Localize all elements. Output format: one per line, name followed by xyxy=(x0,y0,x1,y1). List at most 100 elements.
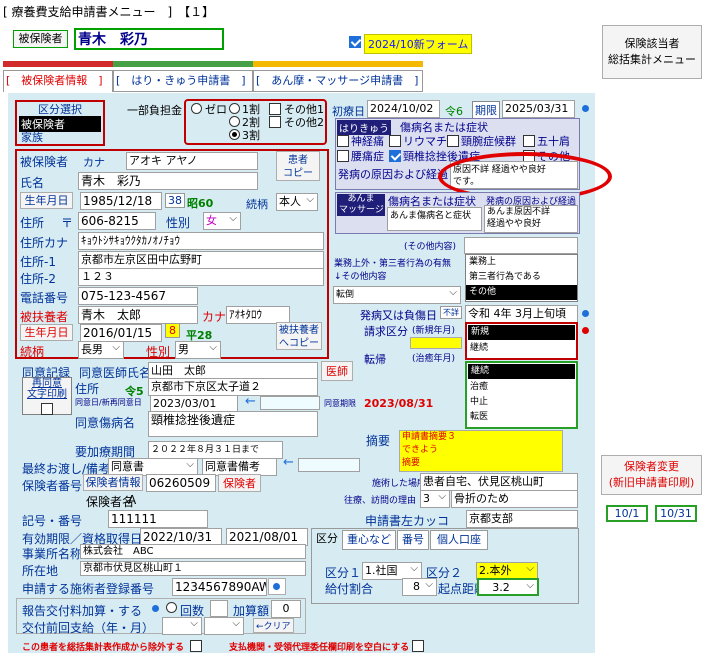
last-arrow[interactable]: ← xyxy=(283,455,294,470)
new-form-checkbox[interactable] xyxy=(349,36,361,48)
report-year-select[interactable] xyxy=(162,617,202,635)
doctor-button[interactable]: 医師 xyxy=(321,361,353,381)
hari-d3-checkbox[interactable] xyxy=(447,135,459,147)
hari-d5-checkbox[interactable] xyxy=(337,150,349,162)
first-visit-date[interactable]: 2024/10/02 xyxy=(367,100,440,118)
period-label[interactable]: 期限 xyxy=(472,101,500,119)
change-insurer-button[interactable]: 保険者変更 (新旧申請書印刷) xyxy=(601,455,702,495)
sanmono-item3[interactable]: その他 xyxy=(466,285,577,300)
hari-d2-checkbox[interactable] xyxy=(389,135,401,147)
insurer-summary-menu-button[interactable]: 保険該当者 総括集計メニュー xyxy=(602,25,702,79)
insured-sex-select[interactable]: 女 xyxy=(203,212,241,230)
insurer-info-button[interactable]: 保険者情報 xyxy=(83,474,143,491)
patient-birth-input[interactable]: 2016/01/15 xyxy=(80,324,162,342)
consent-addr-input[interactable]: 京都市下京区太子道２ xyxy=(148,378,318,396)
consent-disease-input[interactable]: 頸椎捻挫後遺症 xyxy=(148,411,318,437)
print-checkbox[interactable] xyxy=(412,640,424,652)
report-label: 報告交付料加算・する xyxy=(22,604,143,618)
claim-cont[interactable]: 継続 xyxy=(467,341,576,356)
other-content-input[interactable] xyxy=(464,237,578,254)
tenki-list[interactable]: 継続 治癒 中止 転医 xyxy=(465,361,578,429)
patient-copy-to-dependent-button[interactable]: 被扶養者 へコピー xyxy=(276,322,322,350)
hari-d1-checkbox[interactable] xyxy=(337,135,349,147)
change-date2[interactable]: 10/31 xyxy=(655,505,697,522)
tab-anma-massage[interactable]: [ あん摩・マッサージ申請書 ] xyxy=(253,70,423,92)
left-paren-input[interactable]: 京都支部 xyxy=(466,510,578,528)
tenki-item3[interactable]: 中止 xyxy=(467,395,576,410)
change-date1[interactable]: 10/1 xyxy=(606,505,648,522)
addr2-input[interactable]: １２３ xyxy=(78,268,324,286)
onset-input[interactable]: 令和 4年 3月上旬頃 xyxy=(465,305,578,323)
kubun-tab-3[interactable]: 個人口座 xyxy=(430,530,488,550)
insurer-number-input[interactable]: 06260509 xyxy=(146,474,216,492)
tenki-item4[interactable]: 転医 xyxy=(467,410,576,425)
visit-reason-input[interactable]: 骨折のため xyxy=(451,490,578,508)
insured-name-input[interactable]: 青木 彩乃 xyxy=(78,172,258,190)
addr-kana-input[interactable]: ｷｮｳﾄｼｻｷｮｳｸﾀｶﾉｵﾉﾁｮｳ xyxy=(78,232,324,250)
visit-place-input[interactable]: 患者自宅、伏見区桃山町 xyxy=(420,473,578,491)
burden-other1-checkbox[interactable] xyxy=(269,103,281,115)
code-input[interactable]: 111111 xyxy=(108,510,208,528)
care-input[interactable]: ２０２２年８月３１日まで xyxy=(148,441,283,459)
insurer-button[interactable]: 保険者 xyxy=(218,474,261,492)
visit-reason-no[interactable]: 3 xyxy=(420,490,450,508)
insured-kana-input[interactable]: アオキ アヤノ xyxy=(126,152,258,170)
patient-sex-select[interactable]: 男 xyxy=(175,341,221,359)
patient-copy-button[interactable]: 患者 コピー xyxy=(276,151,320,181)
sanmono-item1[interactable]: 業務上 xyxy=(466,255,577,270)
insured-rel-select[interactable]: 本人 xyxy=(276,193,318,211)
claim-new[interactable]: 新規 xyxy=(468,325,575,340)
claim-list[interactable]: 新規 継続 xyxy=(465,322,578,360)
patient-age: 8 xyxy=(165,323,180,338)
anma-cause-text[interactable]: あんま原因不詳 経過やや良好 xyxy=(484,205,578,233)
exclude-checkbox[interactable] xyxy=(190,640,202,652)
tel-input[interactable]: 075-123-4567 xyxy=(78,287,198,305)
report-add-input[interactable]: 0 xyxy=(271,600,301,618)
reg-button[interactable] xyxy=(268,578,286,595)
office-input[interactable]: 株式会社 ABC xyxy=(80,544,306,559)
addr1-input[interactable]: 京都市左京区田中広野町 xyxy=(78,251,324,269)
category-option-family[interactable]: 家族 xyxy=(21,129,43,145)
insured-birth-button[interactable]: 生年月日 xyxy=(20,192,73,209)
reprint-checkbox[interactable] xyxy=(41,403,53,415)
anma-cause-line1: あんま原因不詳 xyxy=(487,207,551,217)
burden-1-radio[interactable] xyxy=(229,103,240,114)
tenki-item2[interactable]: 治癒 xyxy=(467,380,576,395)
tenki-item1[interactable]: 継続 xyxy=(468,364,575,379)
report-month-select[interactable] xyxy=(204,617,244,635)
dist-select[interactable]: 3.2 xyxy=(477,578,539,596)
report-count-input[interactable] xyxy=(210,600,228,617)
insured-birth-input[interactable]: 1985/12/18 xyxy=(80,192,162,210)
burden-2-radio[interactable] xyxy=(229,116,240,127)
tab-insured-info[interactable]: [ 被保険者情報 ] xyxy=(3,70,113,92)
consent-arrow[interactable]: ← xyxy=(245,394,256,409)
burden-zero-radio[interactable] xyxy=(191,103,202,114)
claim-date-box[interactable] xyxy=(410,337,462,349)
kubun-tab-0[interactable]: 区分 xyxy=(312,530,342,550)
place-input[interactable]: 京都市伏見区桃山町１ xyxy=(80,561,306,576)
reg-input[interactable]: 1234567890AW xyxy=(172,578,267,596)
patient-rel-select[interactable]: 長男 xyxy=(78,341,124,359)
postal-input[interactable]: 606-8215 xyxy=(78,212,156,230)
consent-date-extra[interactable] xyxy=(260,396,320,410)
period-date[interactable]: 2025/03/31 xyxy=(502,100,575,118)
rate-select[interactable]: 8 xyxy=(402,578,437,596)
report-count-radio[interactable] xyxy=(166,602,177,613)
burden-3-radio[interactable] xyxy=(229,129,240,140)
summary-box[interactable]: 申請書摘要３ できよう 摘要 xyxy=(399,430,563,472)
sanmono-item2[interactable]: 第三者行為である xyxy=(466,270,577,285)
patient-birth-button[interactable]: 生年月日 xyxy=(20,324,73,341)
patient-name-input[interactable]: 青木 太郎 xyxy=(78,306,198,324)
kubun-tab-2[interactable]: 番号 xyxy=(397,530,429,550)
insured-button[interactable]: 被保険者 xyxy=(13,30,68,48)
kubun-tab-1[interactable]: 重心など xyxy=(342,530,396,550)
burden-other2-checkbox[interactable] xyxy=(269,116,281,128)
hari-d6-checkbox[interactable] xyxy=(389,150,401,162)
tab-hari-kyu[interactable]: [ はり・きゅう申請書 ] xyxy=(113,70,253,92)
anma-disease-text[interactable]: あんま傷病名と症状 xyxy=(387,207,482,231)
sanmono-list[interactable]: 業務上 第三者行為である その他 xyxy=(465,254,578,302)
hari-d4-checkbox[interactable] xyxy=(523,135,535,147)
transfer-select[interactable]: 転倒 xyxy=(333,286,461,304)
report-clear-button[interactable]: ←クリア xyxy=(253,618,294,633)
last-extra[interactable] xyxy=(298,458,360,472)
